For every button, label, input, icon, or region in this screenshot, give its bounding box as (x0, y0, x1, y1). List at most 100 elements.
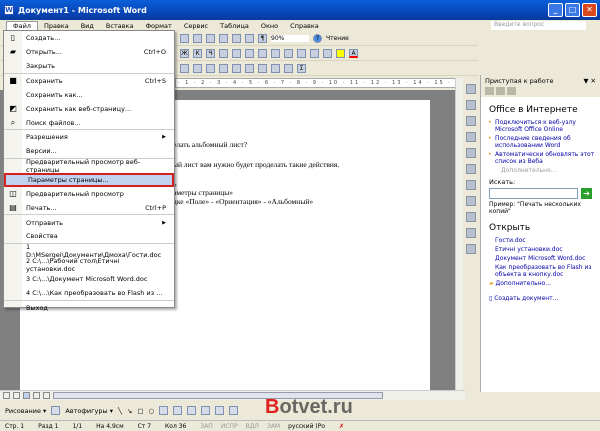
menu-8[interactable]: Справка (284, 22, 325, 30)
file-menu-item[interactable]: 2 C:\...\Рабочий стол\Етичні установки.d… (4, 258, 174, 272)
status-trk[interactable]: ИСПР (221, 423, 238, 430)
pilcrow-icon[interactable]: ¶ (258, 34, 267, 43)
rectangle-icon[interactable]: □ (137, 407, 143, 415)
back-icon[interactable] (485, 87, 494, 95)
numbering-icon[interactable] (271, 49, 280, 58)
tool-icon[interactable] (466, 212, 476, 222)
sort-asc-icon[interactable] (271, 64, 280, 73)
ask-question-input[interactable]: Введите вопрос (491, 21, 586, 30)
more-link[interactable]: Дополнительно... (501, 167, 600, 174)
merge-icon[interactable] (245, 64, 254, 73)
more-files-link[interactable]: ▰ Дополнительно... (489, 280, 600, 287)
recent-file-link[interactable]: Как преобразовать во Flash из объекта в … (495, 264, 600, 278)
file-menu-item[interactable]: ■СохранитьCtrl+S (4, 74, 174, 88)
file-menu-item[interactable]: Версии... (4, 145, 174, 159)
help-icon[interactable]: ? (313, 34, 322, 43)
outdent-icon[interactable] (297, 49, 306, 58)
excel-icon[interactable] (219, 34, 228, 43)
file-menu-item[interactable]: ⌕Поиск файлов... (4, 116, 174, 130)
pane-link[interactable]: Подключиться к веб-узлу Microsoft Office… (495, 119, 600, 133)
align-center-icon[interactable] (232, 49, 241, 58)
outline-view-icon[interactable] (33, 392, 40, 399)
ruler[interactable]: · 1 · 2 · 3 · 4 · 5 · 6 · 7 · 8 · 9 · 10… (175, 78, 458, 88)
shading-icon[interactable] (219, 64, 228, 73)
tool-icon[interactable] (466, 164, 476, 174)
highlight-icon[interactable] (336, 49, 345, 58)
spelling-icon[interactable]: ✗ (339, 423, 344, 430)
create-document-link[interactable]: ▯ Создать документ... (489, 295, 600, 302)
bold-icon[interactable]: Ж (180, 49, 189, 58)
border-icon[interactable] (323, 49, 332, 58)
tool-icon[interactable] (466, 228, 476, 238)
reading-button[interactable]: Чтение (326, 35, 349, 42)
file-menu-item[interactable]: Сохранить как... (4, 88, 174, 102)
underline-icon[interactable]: Ч (206, 49, 215, 58)
autoshapes-menu[interactable]: Автофигуры ▾ (65, 407, 113, 415)
bullets-icon[interactable] (284, 49, 293, 58)
close-button[interactable]: ✕ (582, 3, 597, 17)
recent-file-link[interactable]: Гости.doc (495, 237, 600, 244)
forward-icon[interactable] (496, 87, 505, 95)
menu-5[interactable]: Сервис (178, 22, 214, 30)
vertical-scrollbar[interactable] (455, 78, 463, 390)
wordart-icon[interactable] (173, 406, 182, 415)
fill-color-icon[interactable] (229, 406, 238, 415)
select-arrow-icon[interactable] (51, 406, 60, 415)
file-menu-item[interactable]: Свойства (4, 230, 174, 244)
drawing-menu[interactable]: Рисование ▾ (5, 407, 46, 415)
tool-icon[interactable] (466, 132, 476, 142)
menu-2[interactable]: Вид (75, 22, 100, 30)
horizontal-scrollbar[interactable] (0, 390, 465, 400)
tool-icon[interactable] (466, 148, 476, 158)
italic-icon[interactable]: К (193, 49, 202, 58)
status-ext[interactable]: ВДЛ (246, 423, 259, 430)
web-icon[interactable] (180, 34, 189, 43)
file-menu-item[interactable]: 3 C:\...\Документ Microsoft Word.doc (4, 272, 174, 286)
tool-icon[interactable] (466, 116, 476, 126)
file-menu-item[interactable]: ▤Печать...Ctrl+P (4, 201, 174, 215)
file-menu-item[interactable]: 4 C:\...\Как преобразовать во Flash из .… (4, 286, 174, 300)
table-icon[interactable] (206, 34, 215, 43)
insert-table-icon[interactable] (232, 64, 241, 73)
align-left-icon[interactable] (219, 49, 228, 58)
normal-view-icon[interactable] (3, 392, 10, 399)
textbox-icon[interactable] (159, 406, 168, 415)
maximize-button[interactable]: □ (565, 3, 580, 17)
pencil-icon[interactable] (180, 64, 189, 73)
file-menu-item[interactable]: ◩Сохранить как веб-страницу... (4, 102, 174, 116)
recent-file-link[interactable]: Етичні установки.doc (495, 246, 600, 253)
split-icon[interactable] (258, 64, 267, 73)
drawing-icon[interactable] (193, 34, 202, 43)
line-icon[interactable]: ╲ (118, 407, 122, 415)
arrow-icon[interactable]: ↘ (127, 407, 132, 415)
borders-icon[interactable] (206, 64, 215, 73)
print-view-icon[interactable] (23, 392, 30, 399)
menu-3[interactable]: Вставка (100, 22, 140, 30)
diagram-icon[interactable] (187, 406, 196, 415)
file-menu-item[interactable]: ◫Предварительный просмотр (4, 187, 174, 201)
home-icon[interactable] (507, 87, 516, 95)
justify-icon[interactable] (258, 49, 267, 58)
font-color-icon[interactable]: A (349, 49, 358, 58)
tool-icon[interactable] (466, 196, 476, 206)
file-menu-item[interactable]: ▯Создать... (4, 31, 174, 45)
pane-link[interactable]: Автоматически обновлять этот список из В… (495, 151, 600, 165)
zoom-select[interactable]: 90% (271, 35, 309, 42)
file-menu-item[interactable]: Параметры страницы... (4, 173, 174, 187)
tool-icon[interactable] (466, 244, 476, 254)
indent-icon[interactable] (310, 49, 319, 58)
minimize-button[interactable]: _ (548, 3, 563, 17)
status-rec[interactable]: ЗАП (200, 423, 212, 430)
file-menu-item[interactable]: Разрешения▶ (4, 130, 174, 144)
file-menu-item[interactable]: Закрыть (4, 59, 174, 73)
menu-4[interactable]: Формат (139, 22, 177, 30)
eraser-icon[interactable] (193, 64, 202, 73)
recent-file-link[interactable]: Документ Microsoft Word.doc (495, 255, 600, 262)
file-menu-item[interactable]: Выход (4, 301, 174, 315)
clipart-icon[interactable] (201, 406, 210, 415)
menu-0[interactable]: Файл (6, 21, 38, 30)
align-right-icon[interactable] (245, 49, 254, 58)
columns-icon[interactable] (232, 34, 241, 43)
tool-icon[interactable] (466, 100, 476, 110)
oval-icon[interactable]: ○ (149, 407, 155, 415)
